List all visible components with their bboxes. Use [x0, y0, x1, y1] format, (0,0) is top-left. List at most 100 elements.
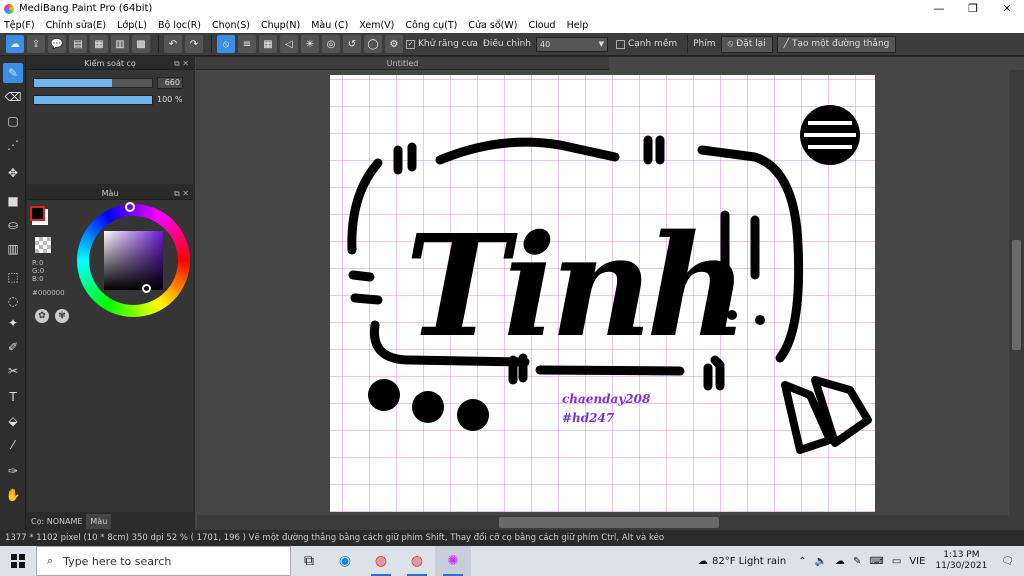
brush-size-value[interactable]: 660 [157, 76, 183, 89]
reset-button[interactable]: ⦸ Đặt lại [720, 35, 773, 53]
menu-window[interactable]: Cửa sổ(W) [468, 20, 517, 31]
onedrive-icon[interactable]: ☁ [835, 556, 845, 567]
document-icon[interactable]: ▦ [90, 35, 108, 53]
network-icon[interactable]: ▭ [892, 556, 901, 567]
weather-text[interactable]: 82°F Light rain [712, 556, 786, 567]
brush-opacity-slider[interactable] [33, 94, 153, 105]
window-title: MediBang Paint Pro (64bit) [19, 3, 153, 14]
undo-icon[interactable]: ↶ [164, 35, 182, 53]
language-indicator[interactable]: VIE [909, 556, 925, 567]
chat-icon[interactable]: 💬 [48, 35, 66, 53]
chrome-icon-2[interactable]: ◍ [399, 546, 435, 576]
snap-settings-icon[interactable]: ⚙ [385, 35, 403, 53]
menu-color[interactable]: Màu (C) [311, 20, 348, 31]
lasso-tool-icon[interactable]: ◌ [3, 291, 23, 311]
grid-icon[interactable]: ▩ [132, 35, 150, 53]
chrome-icon[interactable]: ◍ [363, 546, 399, 576]
menu-select[interactable]: Chọn(S) [212, 20, 250, 31]
weather-icon[interactable]: ☁ [698, 556, 708, 567]
brush-tool-icon[interactable]: ✎ [3, 63, 23, 83]
color-panel: Màu ⧉ ✕ R:0 G:0 B:0 #000000 ✿ ✾ [27, 187, 193, 512]
redo-icon[interactable]: ↷ [185, 35, 203, 53]
text-tool-icon[interactable]: T [3, 387, 23, 407]
menu-capture[interactable]: Chụp(N) [261, 20, 300, 31]
move-tool-icon[interactable]: ✥ [3, 163, 23, 183]
select-eraser-tool-icon[interactable]: ✂ [3, 361, 23, 381]
gradient-tool-icon[interactable]: ▥ [3, 239, 23, 259]
menu-filter[interactable]: Bộ lọc(R) [158, 20, 201, 31]
curve-snap-icon[interactable]: ↺ [343, 35, 361, 53]
select-tool-icon[interactable]: ⬚ [3, 267, 23, 287]
rectangle-tool-icon[interactable]: ▢ [3, 111, 23, 131]
saturation-value-square[interactable] [104, 231, 163, 290]
task-view-icon[interactable]: ⧉ [291, 546, 327, 576]
adjust-select[interactable]: 40 ▼ [535, 36, 608, 52]
pen-icon[interactable]: ✎ [853, 556, 861, 567]
vanish-snap-icon[interactable]: ◁ [280, 35, 298, 53]
magic-wand-tool-icon[interactable]: ✦ [3, 313, 23, 333]
fill-rect-tool-icon[interactable]: ■ [3, 191, 23, 211]
medibang-icon[interactable]: ✺ [435, 546, 471, 576]
brush-panel-header: Kiểm soát cọ ⧉ ✕ [27, 57, 193, 70]
horizontal-scrollbar[interactable] [197, 515, 1024, 530]
soft-edge-checkbox[interactable] [615, 39, 625, 49]
menu-layer[interactable]: Lớp(L) [117, 20, 147, 31]
transparent-color-swatch[interactable] [35, 237, 51, 253]
comment-icon[interactable]: ▤ [69, 35, 87, 53]
chevron-up-icon[interactable]: ⌃ [798, 556, 806, 567]
divide-tool-icon[interactable]: ⬙ [3, 411, 23, 431]
bucket-tool-icon[interactable]: ⛀ [3, 215, 23, 235]
taskbar-search[interactable]: ⌕ Type here to search [36, 546, 291, 576]
cloud-icon[interactable]: ☁ [6, 35, 24, 53]
select-pen-tool-icon[interactable]: ✐ [3, 337, 23, 357]
brush-tab[interactable]: Cọ: NONAME [27, 514, 87, 529]
foreground-color-swatch[interactable] [30, 206, 45, 221]
palette-icon[interactable]: ✿ [35, 309, 49, 323]
brush-size-row: 660 [33, 76, 193, 89]
ellipse-snap-icon[interactable]: ◯ [364, 35, 382, 53]
menu-cloud[interactable]: Cloud [528, 20, 555, 31]
document-tab[interactable]: Untitled [196, 57, 609, 70]
panel-icon[interactable]: ▥ [111, 35, 129, 53]
menu-edit[interactable]: Chỉnh sửa(E) [46, 20, 107, 31]
menu-file[interactable]: Tệp(F) [4, 20, 35, 31]
menu-tools[interactable]: Công cụ(T) [405, 20, 457, 31]
panel-close-icon[interactable]: ⧉ ✕ [174, 57, 189, 70]
v-scroll-thumb[interactable] [1012, 240, 1021, 350]
radial-snap-icon[interactable]: ✳ [301, 35, 319, 53]
dot-brush-tool-icon[interactable]: ⋰ [3, 135, 23, 155]
volume-icon[interactable]: 🔈 [815, 556, 827, 567]
adjust-value: 40 [539, 39, 551, 49]
cross-snap-icon[interactable]: ▦ [259, 35, 277, 53]
vertical-scrollbar[interactable] [1009, 70, 1024, 515]
minimize-icon[interactable]: — [922, 0, 956, 17]
panel-close-icon[interactable]: ⧉ ✕ [174, 187, 189, 200]
eraser-tool-icon[interactable]: ⌫ [3, 87, 23, 107]
hand-tool-icon[interactable]: ✋ [3, 485, 23, 505]
clock[interactable]: 1:13 PM 11/30/2021 [935, 550, 987, 572]
windows-start-icon[interactable] [0, 546, 36, 576]
notification-icon[interactable]: 🗨 [1001, 556, 1014, 567]
pipette-tool-icon[interactable]: ✑ [3, 461, 23, 481]
palette-grid-icon[interactable]: ✾ [55, 309, 69, 323]
parallel-snap-icon[interactable]: ≡ [238, 35, 256, 53]
drawing-canvas[interactable]: Tinh chaenday208 #hd247 [330, 75, 875, 512]
antialias-checkbox[interactable]: ✓ [406, 39, 415, 49]
brush-size-slider[interactable] [33, 77, 153, 88]
sv-handle[interactable] [142, 284, 151, 293]
menu-help[interactable]: Help [567, 20, 589, 31]
hue-handle[interactable] [125, 202, 135, 212]
menu-view[interactable]: Xem(V) [359, 20, 394, 31]
restore-icon[interactable]: ❐ [956, 0, 990, 17]
share-icon[interactable]: ⇪ [27, 35, 45, 53]
circle-snap-icon[interactable]: ◎ [322, 35, 340, 53]
color-tab[interactable]: Màu [86, 514, 112, 529]
keyboard-icon[interactable]: ⌨ [869, 556, 883, 567]
edge-icon[interactable]: ◉ [327, 546, 363, 576]
close-icon[interactable]: ✕ [990, 0, 1024, 17]
eyedropper-tool-icon[interactable]: ⁄ [3, 435, 23, 455]
h-scroll-thumb[interactable] [499, 517, 719, 528]
straight-line-button[interactable]: ╱ Tạo một đường thẳng [776, 35, 897, 53]
snap-off-icon[interactable]: ⦸ [217, 35, 235, 53]
chevron-down-icon: ▼ [598, 39, 604, 48]
